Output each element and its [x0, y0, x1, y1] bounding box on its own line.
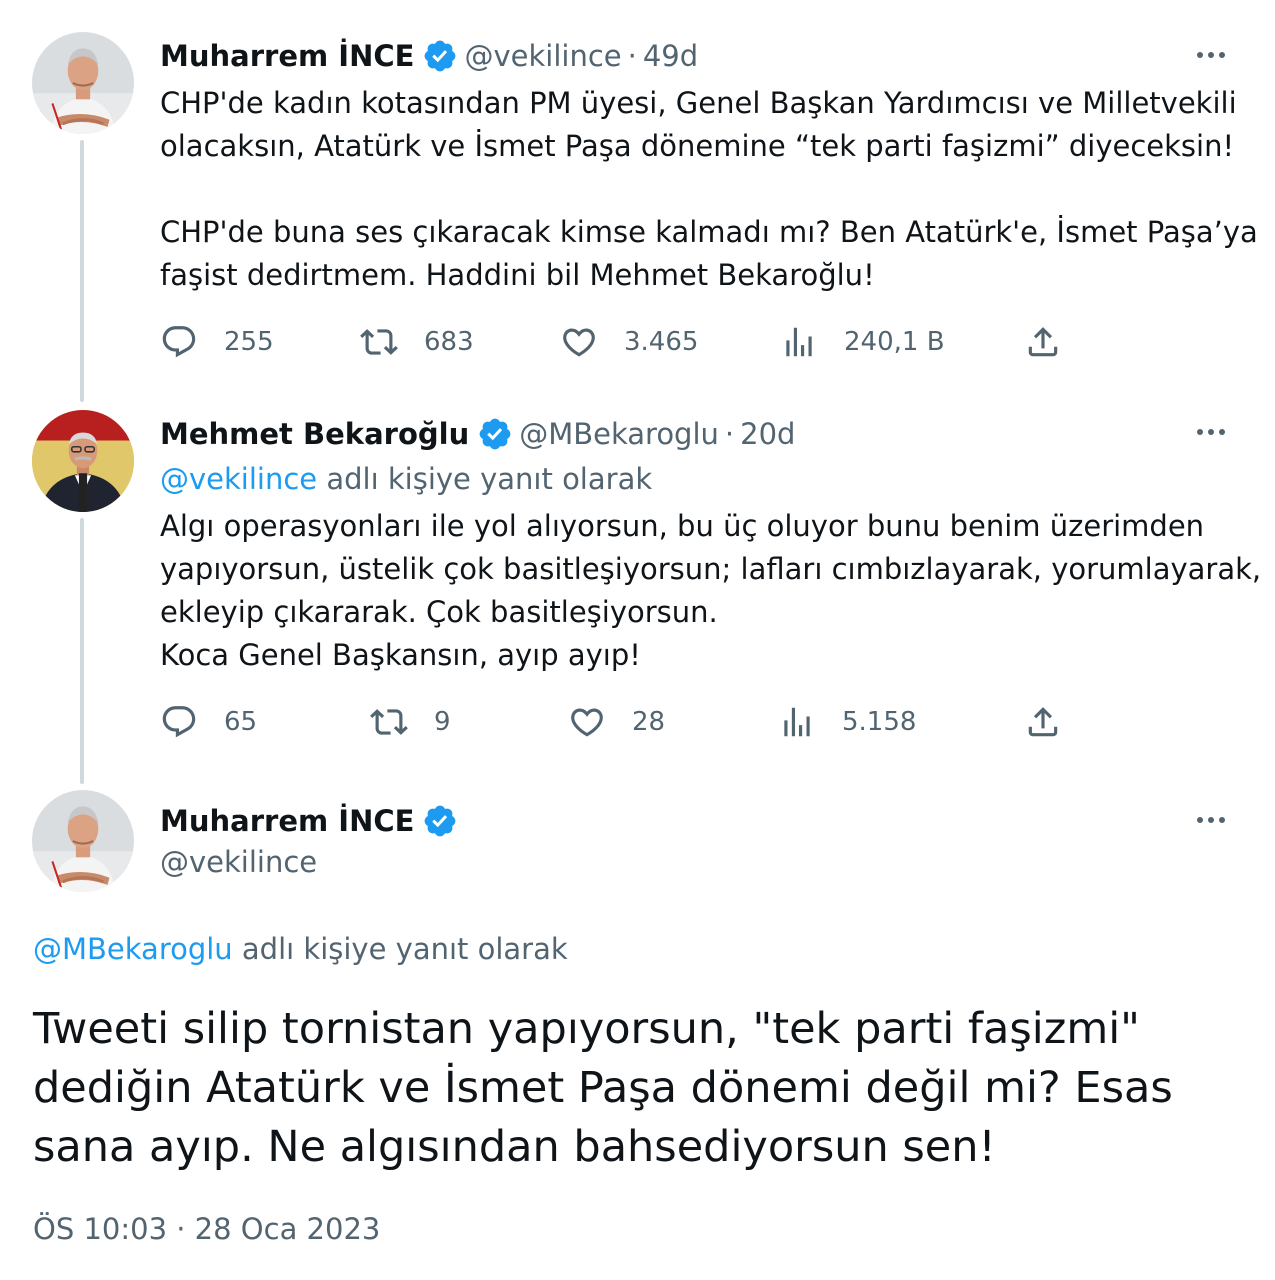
tweet-text-line: Tweeti silip tornistan yapıyorsun, "tek … — [33, 1004, 1140, 1054]
views-button[interactable]: 5.158 — [778, 702, 916, 742]
separator: · — [627, 39, 637, 73]
author-name[interactable]: Muharrem İNCE — [160, 804, 414, 838]
retweet-count: 9 — [434, 707, 451, 737]
author-name[interactable]: Mehmet Bekaroğlu — [160, 417, 469, 451]
reply-context: @MBekaroglu adlı kişiye yanıt olarak — [33, 932, 568, 966]
tweet-time[interactable]: 49d — [643, 39, 698, 73]
author-handle[interactable]: @MBekaroglu — [519, 417, 719, 451]
reply-icon — [160, 703, 198, 741]
views-icon — [780, 323, 818, 361]
like-count: 28 — [632, 707, 666, 737]
retweet-count: 683 — [424, 327, 474, 357]
retweet-button[interactable]: 9 — [370, 702, 451, 742]
views-count: 240,1 B — [844, 327, 945, 357]
tweet-2-header: Mehmet Bekaroğlu @MBekaroglu · 20d — [160, 416, 795, 452]
verified-badge-icon[interactable] — [477, 416, 513, 452]
retweet-button[interactable]: 683 — [360, 322, 474, 362]
retweet-icon — [370, 703, 408, 741]
author-name[interactable]: Muharrem İNCE — [160, 39, 414, 73]
tweet-2-text: Algı operasyonları ile yol alıyorsun, bu… — [160, 505, 1262, 677]
main-tweet-header: Muharrem İNCE — [160, 803, 464, 839]
share-button[interactable] — [1024, 702, 1062, 742]
verified-badge-icon[interactable] — [422, 38, 458, 74]
reply-icon — [160, 323, 198, 361]
like-count: 3.465 — [624, 327, 699, 357]
views-count: 5.158 — [842, 707, 917, 737]
tweet-text-line: CHP'de buna ses çıkaracak kimse kalmadı … — [160, 215, 1258, 249]
main-tweet-text: Tweeti silip tornistan yapıyorsun, "tek … — [33, 1000, 1233, 1177]
avatar-muharrem-ince[interactable] — [32, 790, 134, 892]
tweet-text-line: ekleyip çıkararak. Çok basitleşiyorsun. — [160, 595, 718, 629]
tweet-text-line: yapıyorsun, üstelik çok basitleşiyorsun;… — [160, 552, 1262, 586]
like-icon — [560, 323, 598, 361]
tweet-timestamp[interactable]: ÖS 10:03 · 28 Oca 2023 — [33, 1212, 380, 1246]
tweet-text-line: CHP'de kadın kotasından PM üyesi, Genel … — [160, 86, 1237, 120]
more-options-icon[interactable] — [1191, 417, 1231, 447]
tweet-1-text: CHP'de kadın kotasından PM üyesi, Genel … — [160, 82, 1258, 297]
reply-mention-link[interactable]: @vekilince — [160, 462, 317, 496]
share-icon — [1024, 323, 1062, 361]
reply-count: 65 — [224, 707, 258, 737]
like-icon — [568, 703, 606, 741]
reply-context-text: adlı kişiye yanıt olarak — [241, 932, 568, 966]
author-handle[interactable]: @vekilince — [160, 845, 317, 879]
like-button[interactable]: 3.465 — [560, 322, 698, 362]
more-options-icon[interactable] — [1191, 805, 1231, 835]
tweet-text-line: olacaksın, Atatürk ve İsmet Paşa dönemin… — [160, 129, 1235, 163]
tweet-text-line: sana ayıp. Ne algısından bahsediyorsun s… — [33, 1122, 996, 1172]
views-button[interactable]: 240,1 B — [780, 322, 945, 362]
verified-badge-icon[interactable] — [422, 803, 458, 839]
reply-count: 255 — [224, 327, 274, 357]
like-button[interactable]: 28 — [568, 702, 665, 742]
thread-line-1 — [80, 140, 84, 402]
views-icon — [778, 703, 816, 741]
tweet-text-line: Algı operasyonları ile yol alıyorsun, bu… — [160, 509, 1205, 543]
retweet-icon — [360, 323, 398, 361]
reply-context: @vekilince adlı kişiye yanıt olarak — [160, 462, 652, 496]
thread-line-2 — [80, 518, 84, 784]
tweet-1-header: Muharrem İNCE @vekilince · 49d — [160, 38, 698, 74]
reply-button[interactable]: 255 — [160, 322, 274, 362]
share-icon — [1024, 703, 1062, 741]
avatar-mehmet-bekaroglu[interactable] — [32, 410, 134, 512]
avatar-muharrem-ince[interactable] — [32, 32, 134, 134]
reply-context-text: adlı kişiye yanıt olarak — [326, 462, 653, 496]
tweet-text-line: dediğin Atatürk ve İsmet Paşa dönemi değ… — [33, 1063, 1173, 1113]
tweet-text-line: Koca Genel Başkansın, ayıp ayıp! — [160, 638, 641, 672]
separator: · — [724, 417, 735, 451]
more-options-icon[interactable] — [1191, 40, 1231, 70]
share-button[interactable] — [1024, 322, 1062, 362]
tweet-time[interactable]: 20d — [740, 417, 795, 451]
reply-mention-link[interactable]: @MBekaroglu — [33, 932, 233, 966]
tweet-text-line: faşist dedirtmem. Haddini bil Mehmet Bek… — [160, 258, 875, 292]
author-handle[interactable]: @vekilince — [464, 39, 621, 73]
reply-button[interactable]: 65 — [160, 702, 257, 742]
